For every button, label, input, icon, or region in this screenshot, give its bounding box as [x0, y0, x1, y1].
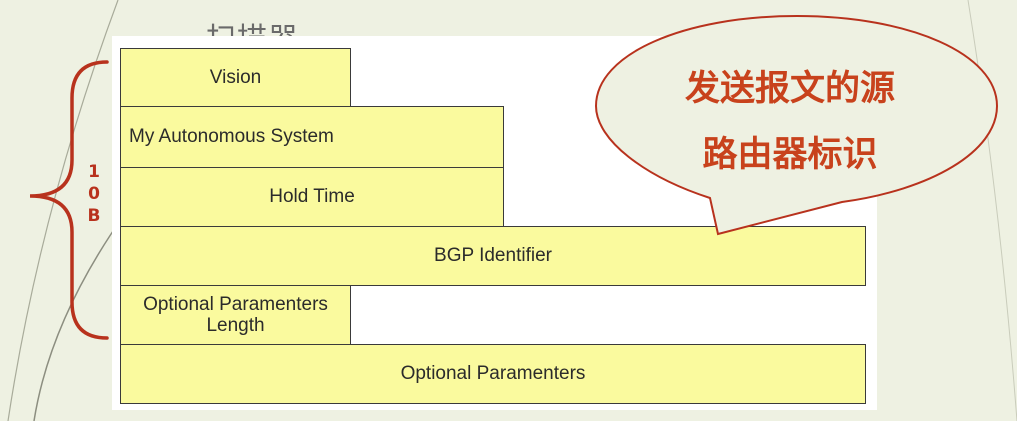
field-optional-parameters-length-label-line2: Length [206, 315, 265, 336]
field-vision: Vision [120, 48, 351, 107]
brace-graphic [29, 60, 109, 340]
field-hold-time-label: Hold Time [269, 186, 355, 208]
slide-title-partial: 扫描器 [206, 14, 336, 36]
field-hold-time: Hold Time [120, 167, 504, 227]
field-optional-parameters: Optional Paramenters [120, 344, 866, 404]
field-optional-parameters-length: Optional Paramenters Length [120, 285, 351, 345]
field-optional-parameters-length-label-line1: Optional Paramenters [143, 293, 328, 315]
field-bgp-identifier-label: BGP Identifier [434, 245, 552, 267]
brace-char-1: 1 [88, 162, 100, 182]
brace-size-label: 1 0 B [84, 161, 104, 227]
field-autonomous-system: My Autonomous System [120, 106, 504, 168]
callout-text: 发送报文的源 路由器标识 [640, 56, 940, 188]
field-vision-label: Vision [209, 66, 262, 88]
callout-line-1: 发送报文的源 [684, 69, 895, 109]
brace-char-2: 0 [88, 184, 100, 204]
field-optional-parameters-label: Optional Paramenters [400, 363, 586, 385]
callout-line-2: 路由器标识 [702, 135, 878, 175]
brace-char-3: B [87, 206, 101, 226]
field-autonomous-system-label: My Autonomous System [129, 126, 334, 148]
